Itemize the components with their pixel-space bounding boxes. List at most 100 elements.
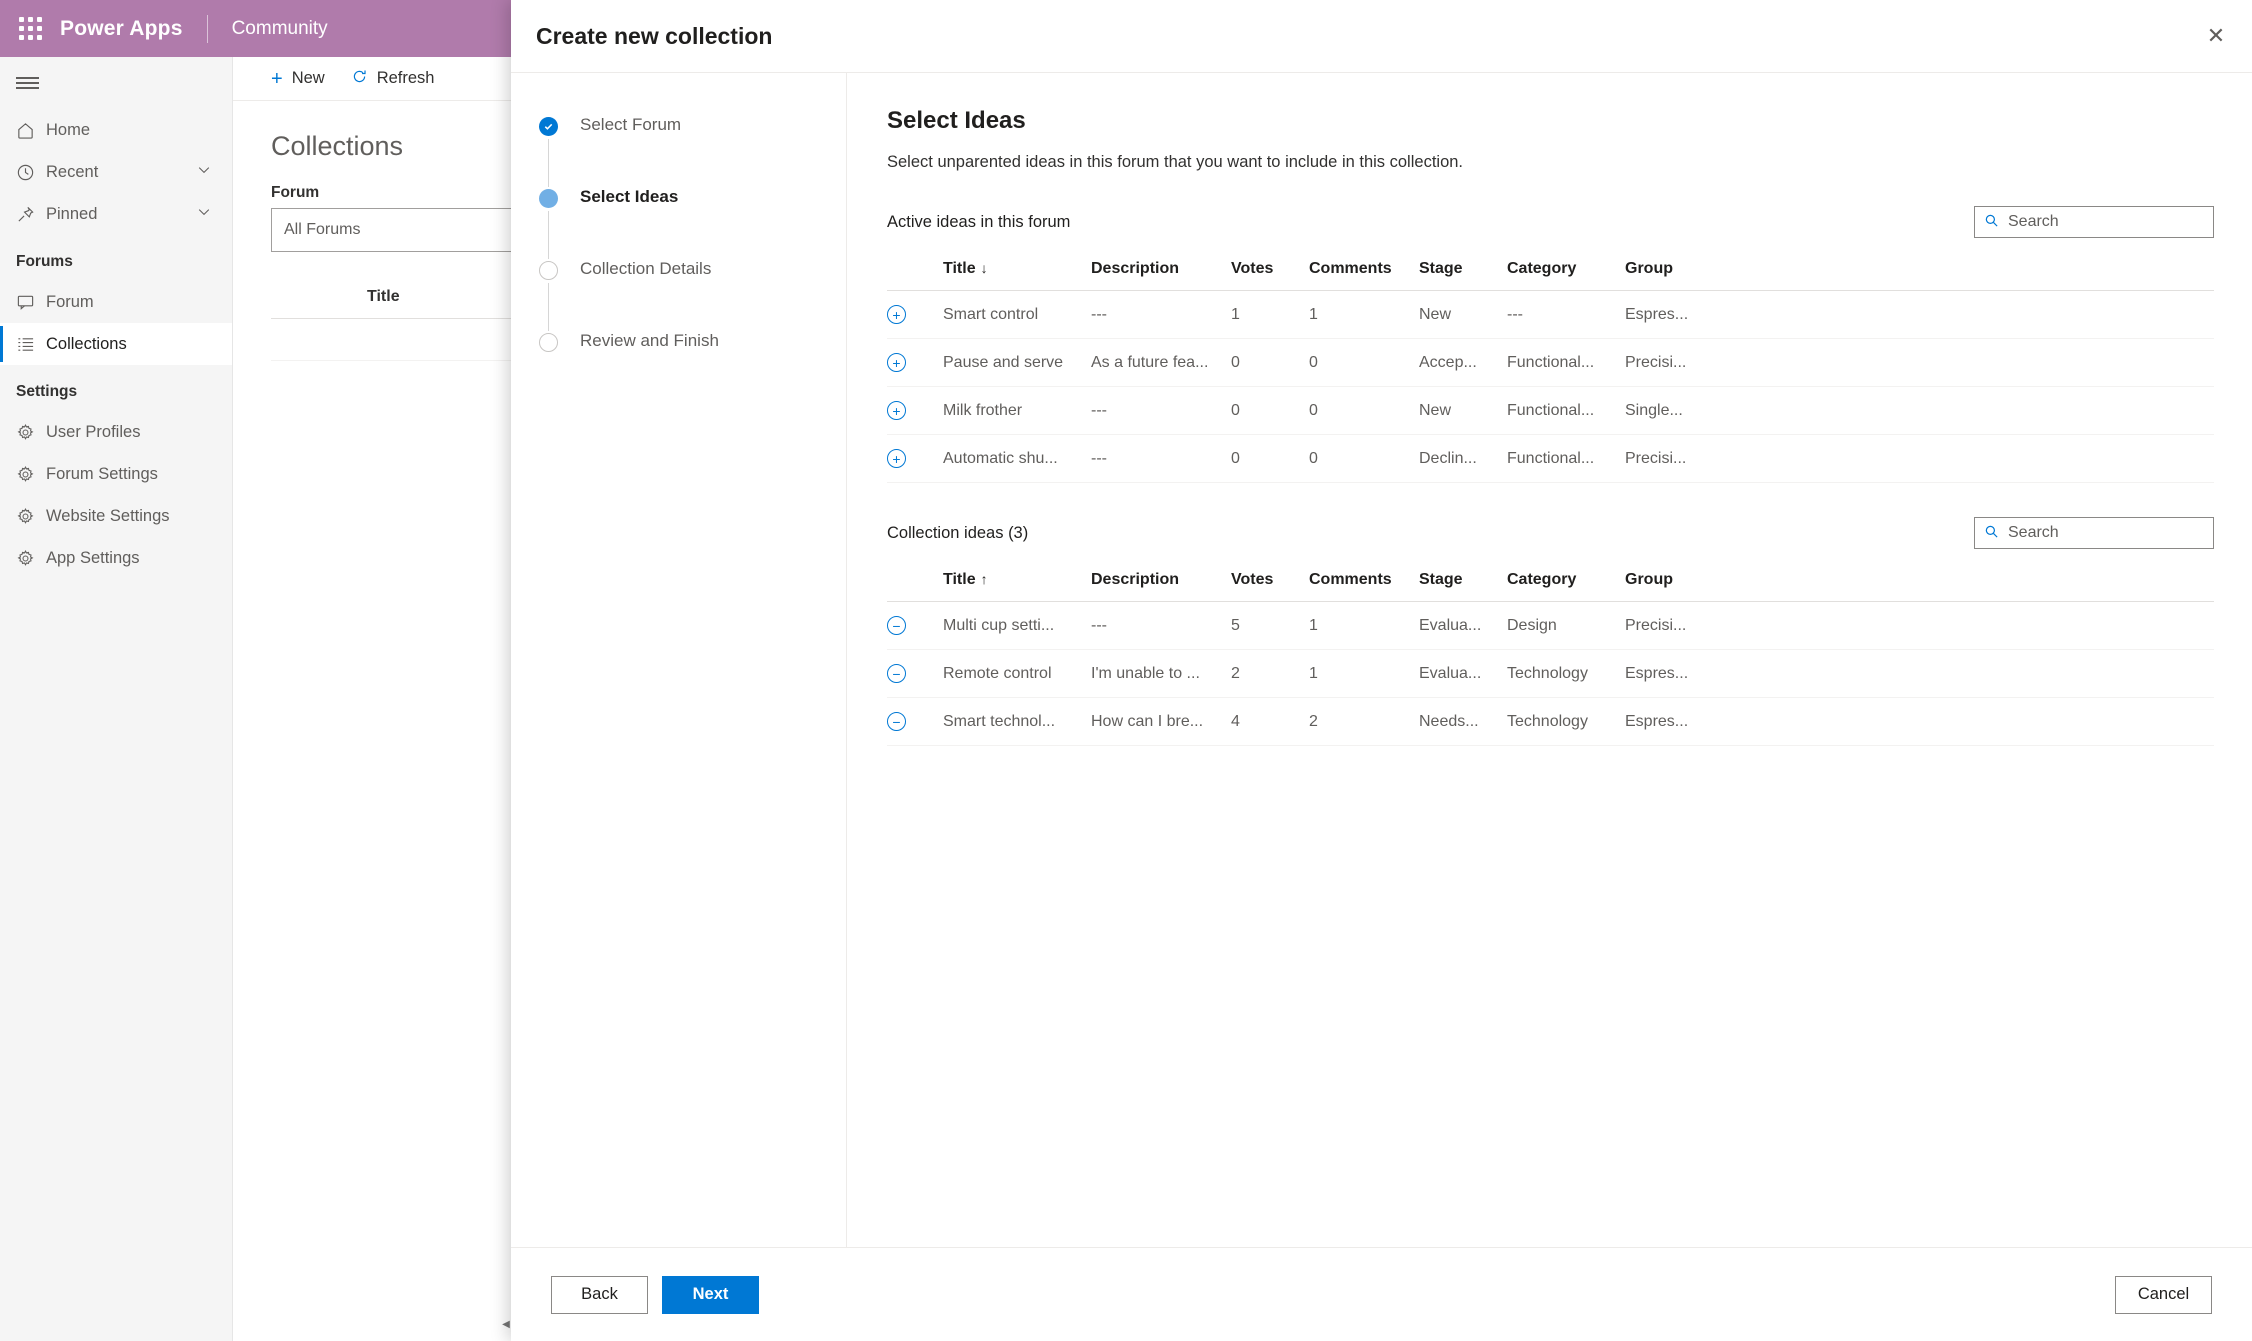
- column-header-votes[interactable]: Votes: [1231, 563, 1309, 602]
- table-row[interactable]: + Automatic shu... --- 0 0 Declin... Fun…: [887, 434, 2214, 483]
- hamburger-icon[interactable]: [0, 57, 232, 109]
- sidebar-item-home[interactable]: Home: [0, 109, 232, 151]
- column-header-comments[interactable]: Comments: [1309, 252, 1419, 291]
- panel-subtitle: Select unparented ideas in this forum th…: [887, 153, 1464, 171]
- column-header-group[interactable]: Group: [1625, 252, 1755, 291]
- step-connector: [548, 283, 549, 331]
- column-header-title[interactable]: Title ↓: [943, 252, 1091, 291]
- column-header-description[interactable]: Description: [1091, 563, 1231, 602]
- cell-category: Design: [1507, 601, 1625, 650]
- chevron-down-icon[interactable]: [196, 162, 212, 183]
- app-launcher-icon[interactable]: [0, 17, 60, 40]
- cell-comments: 0: [1309, 434, 1419, 483]
- table-row[interactable]: − Remote control I'm unable to ... 2 1 E…: [887, 649, 2214, 698]
- cell-group: Espres...: [1625, 697, 1755, 746]
- table-row[interactable]: + Smart control --- 1 1 New --- Espres..…: [887, 290, 2214, 339]
- column-header-spacer: [1755, 252, 2214, 291]
- table-row[interactable]: + Milk frother --- 0 0 New Functional...…: [887, 386, 2214, 435]
- cell-stage: Declin...: [1419, 434, 1507, 483]
- panel-title: Select Ideas: [887, 107, 1026, 134]
- gear-icon: [16, 423, 46, 442]
- sidebar-item-pinned[interactable]: Pinned: [0, 193, 232, 235]
- back-button[interactable]: Back: [551, 1275, 648, 1314]
- column-header-category[interactable]: Category: [1507, 563, 1625, 602]
- remove-icon[interactable]: −: [887, 712, 906, 731]
- column-header-votes[interactable]: Votes: [1231, 252, 1309, 291]
- column-header-spacer: [1755, 563, 2214, 602]
- column-header-title[interactable]: Title ↑: [943, 563, 1091, 602]
- sidebar-item-website-settings[interactable]: Website Settings: [0, 495, 232, 537]
- cell-stage: Accep...: [1419, 338, 1507, 387]
- dialog-title: Create new collection: [536, 22, 773, 49]
- step-connector: [548, 139, 549, 187]
- active-ideas-section-header: Active ideas in this forum Search: [887, 206, 2214, 238]
- cell-votes: 0: [1231, 386, 1309, 435]
- table-row[interactable]: − Smart technol... How can I bre... 4 2 …: [887, 697, 2214, 746]
- brand-divider: [206, 14, 208, 43]
- cell-description: I'm unable to ...: [1091, 649, 1231, 698]
- add-icon[interactable]: +: [887, 353, 906, 372]
- cell-action: +: [887, 386, 943, 435]
- cell-action: +: [887, 338, 943, 387]
- remove-icon[interactable]: −: [887, 664, 906, 683]
- column-header-title-label: Title: [943, 571, 976, 588]
- collection-ideas-search-input[interactable]: Search: [1974, 517, 2214, 549]
- active-ideas-search-placeholder: Search: [2008, 213, 2059, 230]
- cell-category: Functional...: [1507, 386, 1625, 435]
- cell-group: Precisi...: [1625, 601, 1755, 650]
- table-row[interactable]: − Multi cup setti... --- 5 1 Evalua... D…: [887, 601, 2214, 650]
- column-header-stage[interactable]: Stage: [1419, 563, 1507, 602]
- cell-votes: 4: [1231, 697, 1309, 746]
- add-icon[interactable]: +: [887, 449, 906, 468]
- close-icon[interactable]: ✕: [2180, 0, 2252, 72]
- next-button[interactable]: Next: [662, 1275, 759, 1314]
- wizard-step-review-and-finish[interactable]: Review and Finish: [539, 331, 846, 403]
- cell-action: −: [887, 697, 943, 746]
- sidebar-item-collections[interactable]: Collections: [0, 323, 232, 365]
- create-collection-dialog: Create new collection ✕ Select Forum Sel…: [511, 0, 2252, 1341]
- cell-stage: Evalua...: [1419, 601, 1507, 650]
- chevron-down-icon[interactable]: [196, 204, 212, 225]
- column-header-group[interactable]: Group: [1625, 563, 1755, 602]
- step-status-done-icon: [539, 117, 558, 136]
- column-header-category[interactable]: Category: [1507, 252, 1625, 291]
- brand-title[interactable]: Power Apps: [60, 17, 183, 41]
- dialog-header: Create new collection ✕: [511, 0, 2252, 72]
- wizard-step-select-ideas[interactable]: Select Ideas: [539, 187, 846, 259]
- dialog-footer: Back Next Cancel: [511, 1247, 2252, 1341]
- step-status-todo-icon: [539, 261, 558, 280]
- sidebar-item-app-settings[interactable]: App Settings: [0, 537, 232, 579]
- wizard-steps: Select Forum Select Ideas Collection Det…: [511, 73, 847, 1247]
- sidebar-item-user-profiles[interactable]: User Profiles: [0, 411, 232, 453]
- table-row[interactable]: + Pause and serve As a future fea... 0 0…: [887, 338, 2214, 387]
- sidebar-item-forum-settings[interactable]: Forum Settings: [0, 453, 232, 495]
- step-status-current-icon: [539, 189, 558, 208]
- column-header-stage[interactable]: Stage: [1419, 252, 1507, 291]
- wizard-step-collection-details[interactable]: Collection Details: [539, 259, 846, 331]
- remove-icon[interactable]: −: [887, 616, 906, 635]
- app-root: Power Apps Community Home Recent Pinned …: [0, 0, 2252, 1341]
- new-button[interactable]: + New: [271, 69, 325, 89]
- refresh-button[interactable]: Refresh: [351, 68, 434, 89]
- sidebar-item-forum[interactable]: Forum: [0, 281, 232, 323]
- home-icon: [16, 121, 46, 140]
- cell-action: −: [887, 601, 943, 650]
- sidebar-item-recent[interactable]: Recent: [0, 151, 232, 193]
- cell-title: Smart technol...: [943, 697, 1091, 746]
- add-icon[interactable]: +: [887, 401, 906, 420]
- cell-group: Espres...: [1625, 290, 1755, 339]
- column-header-comments[interactable]: Comments: [1309, 563, 1419, 602]
- active-ideas-search-input[interactable]: Search: [1974, 206, 2214, 238]
- brand-subtitle[interactable]: Community: [232, 18, 328, 40]
- cell-group: Single...: [1625, 386, 1755, 435]
- wizard-step-select-forum[interactable]: Select Forum: [539, 115, 846, 187]
- cell-votes: 1: [1231, 290, 1309, 339]
- cancel-button[interactable]: Cancel: [2115, 1275, 2212, 1314]
- cell-title: Pause and serve: [943, 338, 1091, 387]
- sidebar-item-label: Forum: [46, 292, 94, 311]
- cell-category: Technology: [1507, 649, 1625, 698]
- add-icon[interactable]: +: [887, 305, 906, 324]
- cell-group: Espres...: [1625, 649, 1755, 698]
- cell-category: Functional...: [1507, 434, 1625, 483]
- column-header-description[interactable]: Description: [1091, 252, 1231, 291]
